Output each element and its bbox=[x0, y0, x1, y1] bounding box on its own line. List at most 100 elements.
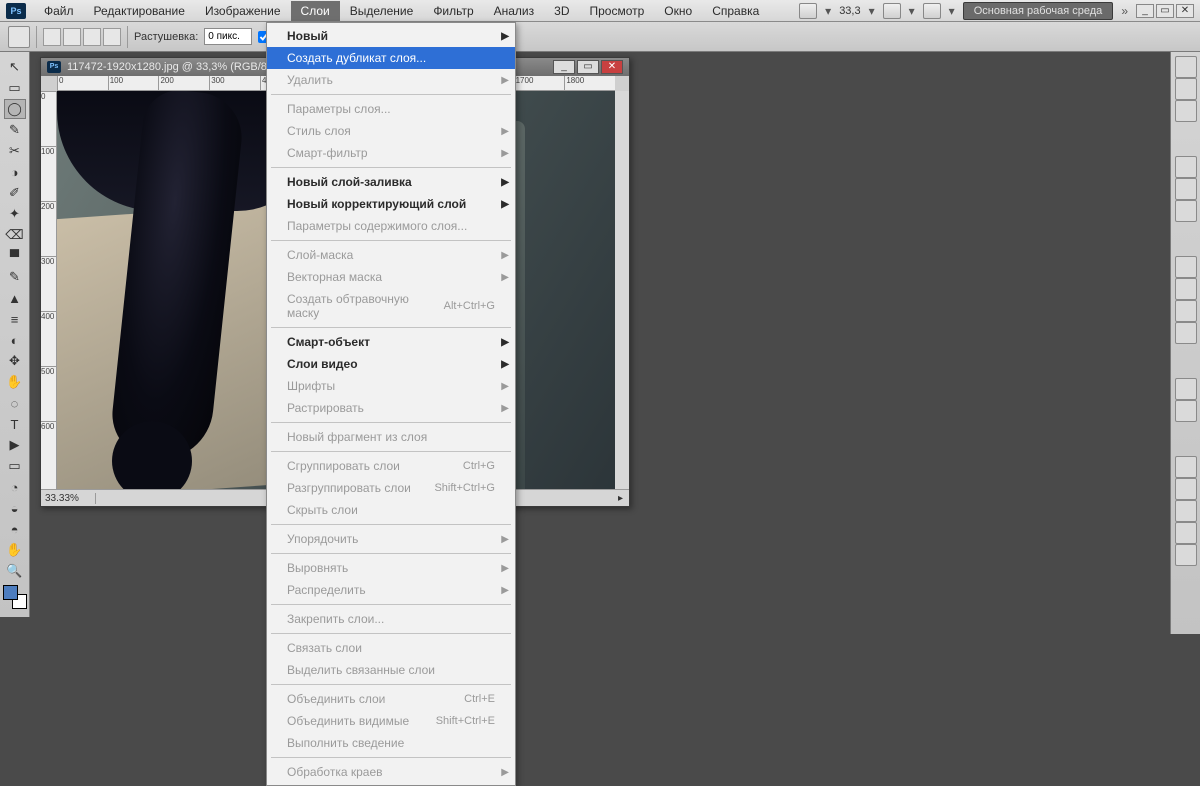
tool-6[interactable]: ✐ bbox=[4, 183, 26, 203]
tool-9[interactable]: ▀ bbox=[4, 246, 26, 266]
sel-intersect-icon[interactable] bbox=[103, 28, 121, 46]
menu-item[interactable]: Создать дубликат слоя... bbox=[267, 47, 515, 69]
menu-редактирование[interactable]: Редактирование bbox=[84, 1, 195, 21]
tool-14[interactable]: ✥ bbox=[4, 351, 26, 371]
doc-minimize-button[interactable]: _ bbox=[553, 60, 575, 74]
foreground-color-swatch[interactable] bbox=[3, 585, 18, 600]
panel-icon[interactable] bbox=[1175, 322, 1197, 344]
menu-item-label: Связать слои bbox=[287, 641, 362, 655]
menu-item[interactable]: Новый слой-заливка▶ bbox=[267, 171, 515, 193]
tool-8[interactable]: ⌫ bbox=[4, 225, 26, 245]
tool-10[interactable]: ✎ bbox=[4, 267, 26, 287]
panel-icon[interactable] bbox=[1175, 278, 1197, 300]
vertical-scrollbar[interactable] bbox=[615, 91, 629, 489]
tool-23[interactable]: ✋ bbox=[4, 540, 26, 560]
sel-add-icon[interactable] bbox=[63, 28, 81, 46]
panel-icon[interactable] bbox=[1175, 300, 1197, 322]
feather-input[interactable] bbox=[204, 28, 252, 45]
menu-separator bbox=[271, 684, 511, 685]
menu-файл[interactable]: Файл bbox=[34, 1, 84, 21]
menu-item-label: Новый фрагмент из слоя bbox=[287, 430, 427, 444]
menu-item: Объединить слоиCtrl+E bbox=[267, 688, 515, 710]
menu-справка[interactable]: Справка bbox=[702, 1, 769, 21]
tool-21[interactable]: ◒ bbox=[4, 498, 26, 518]
menu-item: Шрифты▶ bbox=[267, 375, 515, 397]
status-arrow-icon[interactable]: ▸ bbox=[612, 493, 629, 504]
menu-3d[interactable]: 3D bbox=[544, 1, 579, 21]
menu-окно[interactable]: Окно bbox=[654, 1, 702, 21]
menu-изображение[interactable]: Изображение bbox=[195, 1, 291, 21]
menu-фильтр[interactable]: Фильтр bbox=[423, 1, 483, 21]
tool-0[interactable]: ↖ bbox=[4, 57, 26, 77]
menu-separator bbox=[271, 524, 511, 525]
submenu-arrow-icon: ▶ bbox=[501, 563, 509, 574]
minimize-button[interactable]: _ bbox=[1136, 4, 1154, 18]
color-swatches[interactable] bbox=[3, 585, 27, 609]
dock-gap bbox=[1171, 344, 1200, 378]
tool-3[interactable]: ✎ bbox=[4, 120, 26, 140]
panel-icon[interactable] bbox=[1175, 400, 1197, 422]
arrange-docs-icon[interactable] bbox=[883, 3, 901, 19]
status-zoom[interactable]: 33.33% bbox=[41, 493, 96, 504]
tool-18[interactable]: ▶ bbox=[4, 435, 26, 455]
panel-icon[interactable] bbox=[1175, 478, 1197, 500]
panel-icon[interactable] bbox=[1175, 456, 1197, 478]
panel-icon[interactable] bbox=[1175, 378, 1197, 400]
tool-20[interactable]: ◔ bbox=[4, 477, 26, 497]
panel-icon[interactable] bbox=[1175, 156, 1197, 178]
tool-11[interactable]: ▲ bbox=[4, 288, 26, 308]
tool-15[interactable]: ✋ bbox=[4, 372, 26, 392]
panel-icon[interactable] bbox=[1175, 100, 1197, 122]
menu-item: Новый фрагмент из слоя bbox=[267, 426, 515, 448]
panel-icon[interactable] bbox=[1175, 544, 1197, 566]
panel-icon[interactable] bbox=[1175, 56, 1197, 78]
submenu-arrow-icon: ▶ bbox=[501, 126, 509, 137]
menu-просмотр[interactable]: Просмотр bbox=[579, 1, 654, 21]
tool-1[interactable]: ▭ bbox=[4, 78, 26, 98]
screen-mode-icon[interactable] bbox=[799, 3, 817, 19]
tool-24[interactable]: 🔍 bbox=[4, 561, 26, 581]
panel-icon[interactable] bbox=[1175, 200, 1197, 222]
tool-16[interactable]: ◌ bbox=[4, 393, 26, 413]
tool-7[interactable]: ✦ bbox=[4, 204, 26, 224]
panel-icon[interactable] bbox=[1175, 78, 1197, 100]
toolbox: ↖▭◯✎✂◑✐✦⌫▀✎▲≡◐✥✋◌T▶▭◔◒◓✋🔍 bbox=[0, 52, 30, 617]
sel-new-icon[interactable] bbox=[43, 28, 61, 46]
menu-слои[interactable]: Слои bbox=[291, 1, 340, 21]
ruler-tick: 1800 bbox=[564, 76, 615, 90]
panel-icon[interactable] bbox=[1175, 256, 1197, 278]
menu-анализ[interactable]: Анализ bbox=[484, 1, 545, 21]
submenu-arrow-icon: ▶ bbox=[501, 585, 509, 596]
menu-item[interactable]: Новый▶ bbox=[267, 25, 515, 47]
sel-subtract-icon[interactable] bbox=[83, 28, 101, 46]
close-button[interactable]: ✕ bbox=[1176, 4, 1194, 18]
extra-icon[interactable] bbox=[923, 3, 941, 19]
doc-maximize-button[interactable]: ▭ bbox=[577, 60, 599, 74]
tool-5[interactable]: ◑ bbox=[4, 162, 26, 182]
ruler-tick: 0 bbox=[57, 76, 108, 90]
vertical-ruler[interactable]: 0100200300400500600 bbox=[41, 91, 57, 489]
tool-12[interactable]: ≡ bbox=[4, 309, 26, 329]
tool-22[interactable]: ◓ bbox=[4, 519, 26, 539]
menu-item[interactable]: Новый корректирующий слой▶ bbox=[267, 193, 515, 215]
tool-2[interactable]: ◯ bbox=[4, 99, 26, 119]
workspace-switcher[interactable]: Основная рабочая среда bbox=[963, 2, 1114, 20]
ruler-tick: 200 bbox=[41, 201, 56, 256]
expand-icon[interactable]: » bbox=[1121, 4, 1128, 18]
menu-выделение[interactable]: Выделение bbox=[340, 1, 424, 21]
dock-gap bbox=[1171, 122, 1200, 156]
panel-icon[interactable] bbox=[1175, 500, 1197, 522]
menu-item[interactable]: Слои видео▶ bbox=[267, 353, 515, 375]
tool-13[interactable]: ◐ bbox=[4, 330, 26, 350]
document-title: 117472-1920x1280.jpg @ 33,3% (RGB/8) bbox=[67, 61, 271, 73]
doc-close-button[interactable]: ✕ bbox=[601, 60, 623, 74]
zoom-display[interactable]: 33,3 bbox=[839, 5, 860, 17]
menu-item[interactable]: Смарт-объект▶ bbox=[267, 331, 515, 353]
tool-19[interactable]: ▭ bbox=[4, 456, 26, 476]
tool-17[interactable]: T bbox=[4, 414, 26, 434]
panel-icon[interactable] bbox=[1175, 522, 1197, 544]
panel-icon[interactable] bbox=[1175, 178, 1197, 200]
restore-button[interactable]: ▭ bbox=[1156, 4, 1174, 18]
active-tool-lasso-icon[interactable] bbox=[8, 26, 30, 48]
tool-4[interactable]: ✂ bbox=[4, 141, 26, 161]
